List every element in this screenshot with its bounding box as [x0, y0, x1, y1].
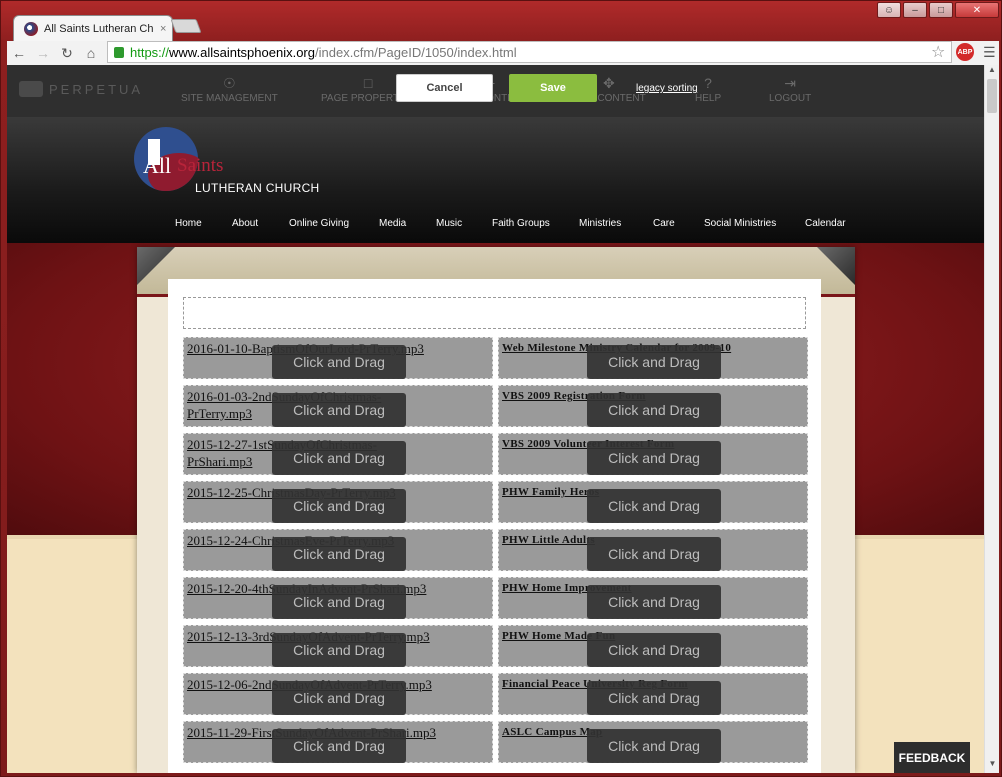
drag-handle[interactable]: Click and Drag — [272, 633, 406, 667]
logo-text-saints: Saints — [177, 155, 224, 176]
scrollbar[interactable]: ▲ ▼ — [984, 65, 999, 773]
drag-handle[interactable]: Click and Drag — [272, 681, 406, 715]
globe-icon: ☉ — [223, 75, 236, 91]
menu-icon[interactable]: ☰ — [983, 44, 996, 61]
drag-handle[interactable]: Click and Drag — [272, 393, 406, 427]
logo-subtitle: LUTHERAN CHURCH — [195, 181, 320, 195]
drag-handle[interactable]: Click and Drag — [272, 489, 406, 523]
nav-ministries[interactable]: Ministries — [579, 218, 621, 229]
tab-title: All Saints Lutheran Church — [44, 22, 154, 35]
logout-icon: ⇥ — [784, 75, 796, 91]
drag-handle[interactable]: Click and Drag — [272, 345, 406, 379]
list-item[interactable]: 2015-12-25-ChristmasDay-PrTerry.mp3Click… — [183, 481, 493, 523]
list-item[interactable]: PHW Little Adults Click and Drag — [498, 529, 808, 571]
list-item[interactable]: PHW Family Heros Click and Drag — [498, 481, 808, 523]
list-item[interactable]: VBS 2009 Registration Form Click and Drag — [498, 385, 808, 427]
cms-logout[interactable]: ⇥ LOGOUT — [769, 75, 811, 104]
drag-handle[interactable]: Click and Drag — [272, 729, 406, 763]
drag-handle[interactable]: Click and Drag — [272, 537, 406, 571]
help-icon: ? — [704, 75, 712, 91]
maximize-button[interactable]: □ — [929, 2, 953, 18]
logo-text-all: All — [143, 153, 172, 178]
cms-logo: PERPETUA — [19, 81, 143, 97]
list-item[interactable]: PHW Home Improvement Click and Drag — [498, 577, 808, 619]
home-button[interactable]: ⌂ — [79, 45, 103, 61]
cancel-button[interactable]: Cancel — [396, 74, 493, 102]
nav-faith-groups[interactable]: Faith Groups — [492, 218, 550, 229]
list-item[interactable]: 2015-12-13-3rdSundayOfAdvent-PrTerry.mp3… — [183, 625, 493, 667]
url-path: /index.cfm/PageID/1050/index.html — [315, 44, 517, 60]
drag-handle[interactable]: Click and Drag — [587, 441, 721, 475]
url-host: www.allsaintsphoenix.org — [169, 44, 315, 60]
browser-window: All Saints Lutheran Church × ☺ – □ ✕ ← →… — [0, 0, 1002, 777]
cms-item-label: HELP — [695, 93, 722, 104]
nav-about[interactable]: About — [232, 218, 258, 229]
scroll-up-icon[interactable]: ▲ — [985, 65, 999, 79]
feedback-button[interactable]: FEEDBACK — [894, 742, 970, 773]
drag-handle[interactable]: Click and Drag — [587, 681, 721, 715]
cms-item-label: LOGOUT — [769, 93, 812, 104]
scroll-thumb[interactable] — [987, 79, 997, 113]
list-item[interactable]: 2016-01-10-BaptismOfOurLord-PrTerry.mp3C… — [183, 337, 493, 379]
browser-toolbar: ← → ↻ ⌂ https:// www.allsaintsphoenix.or… — [7, 41, 999, 65]
scroll-down-icon[interactable]: ▼ — [985, 759, 1000, 773]
drag-handle[interactable]: Click and Drag — [587, 393, 721, 427]
list-item[interactable]: Financial Peace University Reg FormClick… — [498, 673, 808, 715]
reload-button[interactable]: ↻ — [55, 45, 79, 62]
minimize-button[interactable]: – — [903, 2, 927, 18]
nav-calendar[interactable]: Calendar — [805, 218, 846, 229]
drag-handle[interactable]: Click and Drag — [272, 585, 406, 619]
bookmark-star-icon[interactable]: ☆ — [931, 42, 945, 62]
adblock-icon[interactable]: ABP — [956, 43, 974, 61]
title-bar: All Saints Lutheran Church × ☺ – □ ✕ — [1, 1, 1002, 41]
list-item[interactable]: 2015-12-06-2ndSundayOfAdvent-PrTerry.mp3… — [183, 673, 493, 715]
tab-close-icon[interactable]: × — [160, 23, 166, 35]
nav-online-giving[interactable]: Online Giving — [289, 218, 349, 229]
save-button[interactable]: Save — [509, 74, 597, 102]
cms-brand: PERPETUA — [49, 81, 144, 97]
cms-help[interactable]: ? HELP — [695, 75, 721, 104]
nav-music[interactable]: Music — [436, 218, 462, 229]
list-item[interactable]: ASLC Campus Map Click and Drag — [498, 721, 808, 763]
list-item[interactable]: 2015-12-24-ChristmasEve-PrTerry.mp3Click… — [183, 529, 493, 571]
item-link[interactable]: PHW Family Heros — [502, 484, 599, 501]
drag-handle[interactable]: Click and Drag — [272, 441, 406, 475]
url-scheme: https:// — [130, 44, 170, 60]
nav-media[interactable]: Media — [379, 218, 406, 229]
item-link[interactable]: PHW Little Adults — [502, 532, 595, 549]
cms-site-management[interactable]: ☉ SITE MANAGEMENT — [181, 75, 278, 104]
list-item[interactable]: 2015-12-27-1stSundayOfChristmas-PrShari.… — [183, 433, 493, 475]
list-item[interactable]: VBS 2009 Volunteer Interest FormClick an… — [498, 433, 808, 475]
drag-handle[interactable]: Click and Drag — [587, 633, 721, 667]
forward-button[interactable]: → — [31, 45, 55, 61]
list-item[interactable]: 2015-11-29-FirstSundayOfAdvent-PrShari.m… — [183, 721, 493, 763]
drag-handle[interactable]: Click and Drag — [587, 489, 721, 523]
lock-icon — [114, 46, 124, 58]
nav-social-ministries[interactable]: Social Ministries — [704, 218, 776, 229]
address-bar[interactable]: https:// www.allsaintsphoenix.org /index… — [107, 41, 952, 63]
empty-drop-zone[interactable] — [183, 297, 806, 329]
nav-home[interactable]: Home — [175, 218, 202, 229]
cms-logo-icon — [19, 81, 43, 97]
close-window-button[interactable]: ✕ — [955, 2, 999, 18]
site-favicon-icon — [24, 21, 38, 36]
list-item[interactable]: 2016-01-03-2ndSundayOfChristmas-PrTerry.… — [183, 385, 493, 427]
list-item[interactable]: 2015-12-20-4thSundayInAdvent-PrShari.mp3… — [183, 577, 493, 619]
browser-tab[interactable]: All Saints Lutheran Church × — [13, 15, 173, 41]
drag-handle[interactable]: Click and Drag — [587, 537, 721, 571]
new-tab-button[interactable] — [170, 19, 202, 33]
drag-handle[interactable]: Click and Drag — [587, 345, 721, 379]
nav-care[interactable]: Care — [653, 218, 675, 229]
legacy-sorting-link[interactable]: legacy sorting — [636, 83, 698, 94]
page-viewport: PERPETUA ☉ SITE MANAGEMENT □ PAGE PROPER… — [7, 65, 984, 773]
back-button[interactable]: ← — [7, 45, 31, 61]
list-item[interactable]: Web Milestone Ministry Calendar for 2009… — [498, 337, 808, 379]
list-item[interactable]: PHW Home Made Fun Click and Drag — [498, 625, 808, 667]
drag-handle[interactable]: Click and Drag — [587, 729, 721, 763]
window-controls: ☺ – □ ✕ — [877, 2, 999, 18]
profile-button[interactable]: ☺ — [877, 2, 901, 18]
drag-handle[interactable]: Click and Drag — [587, 585, 721, 619]
cms-admin-bar: PERPETUA ☉ SITE MANAGEMENT □ PAGE PROPER… — [7, 65, 984, 117]
cms-item-label: SITE MANAGEMENT — [181, 93, 278, 104]
